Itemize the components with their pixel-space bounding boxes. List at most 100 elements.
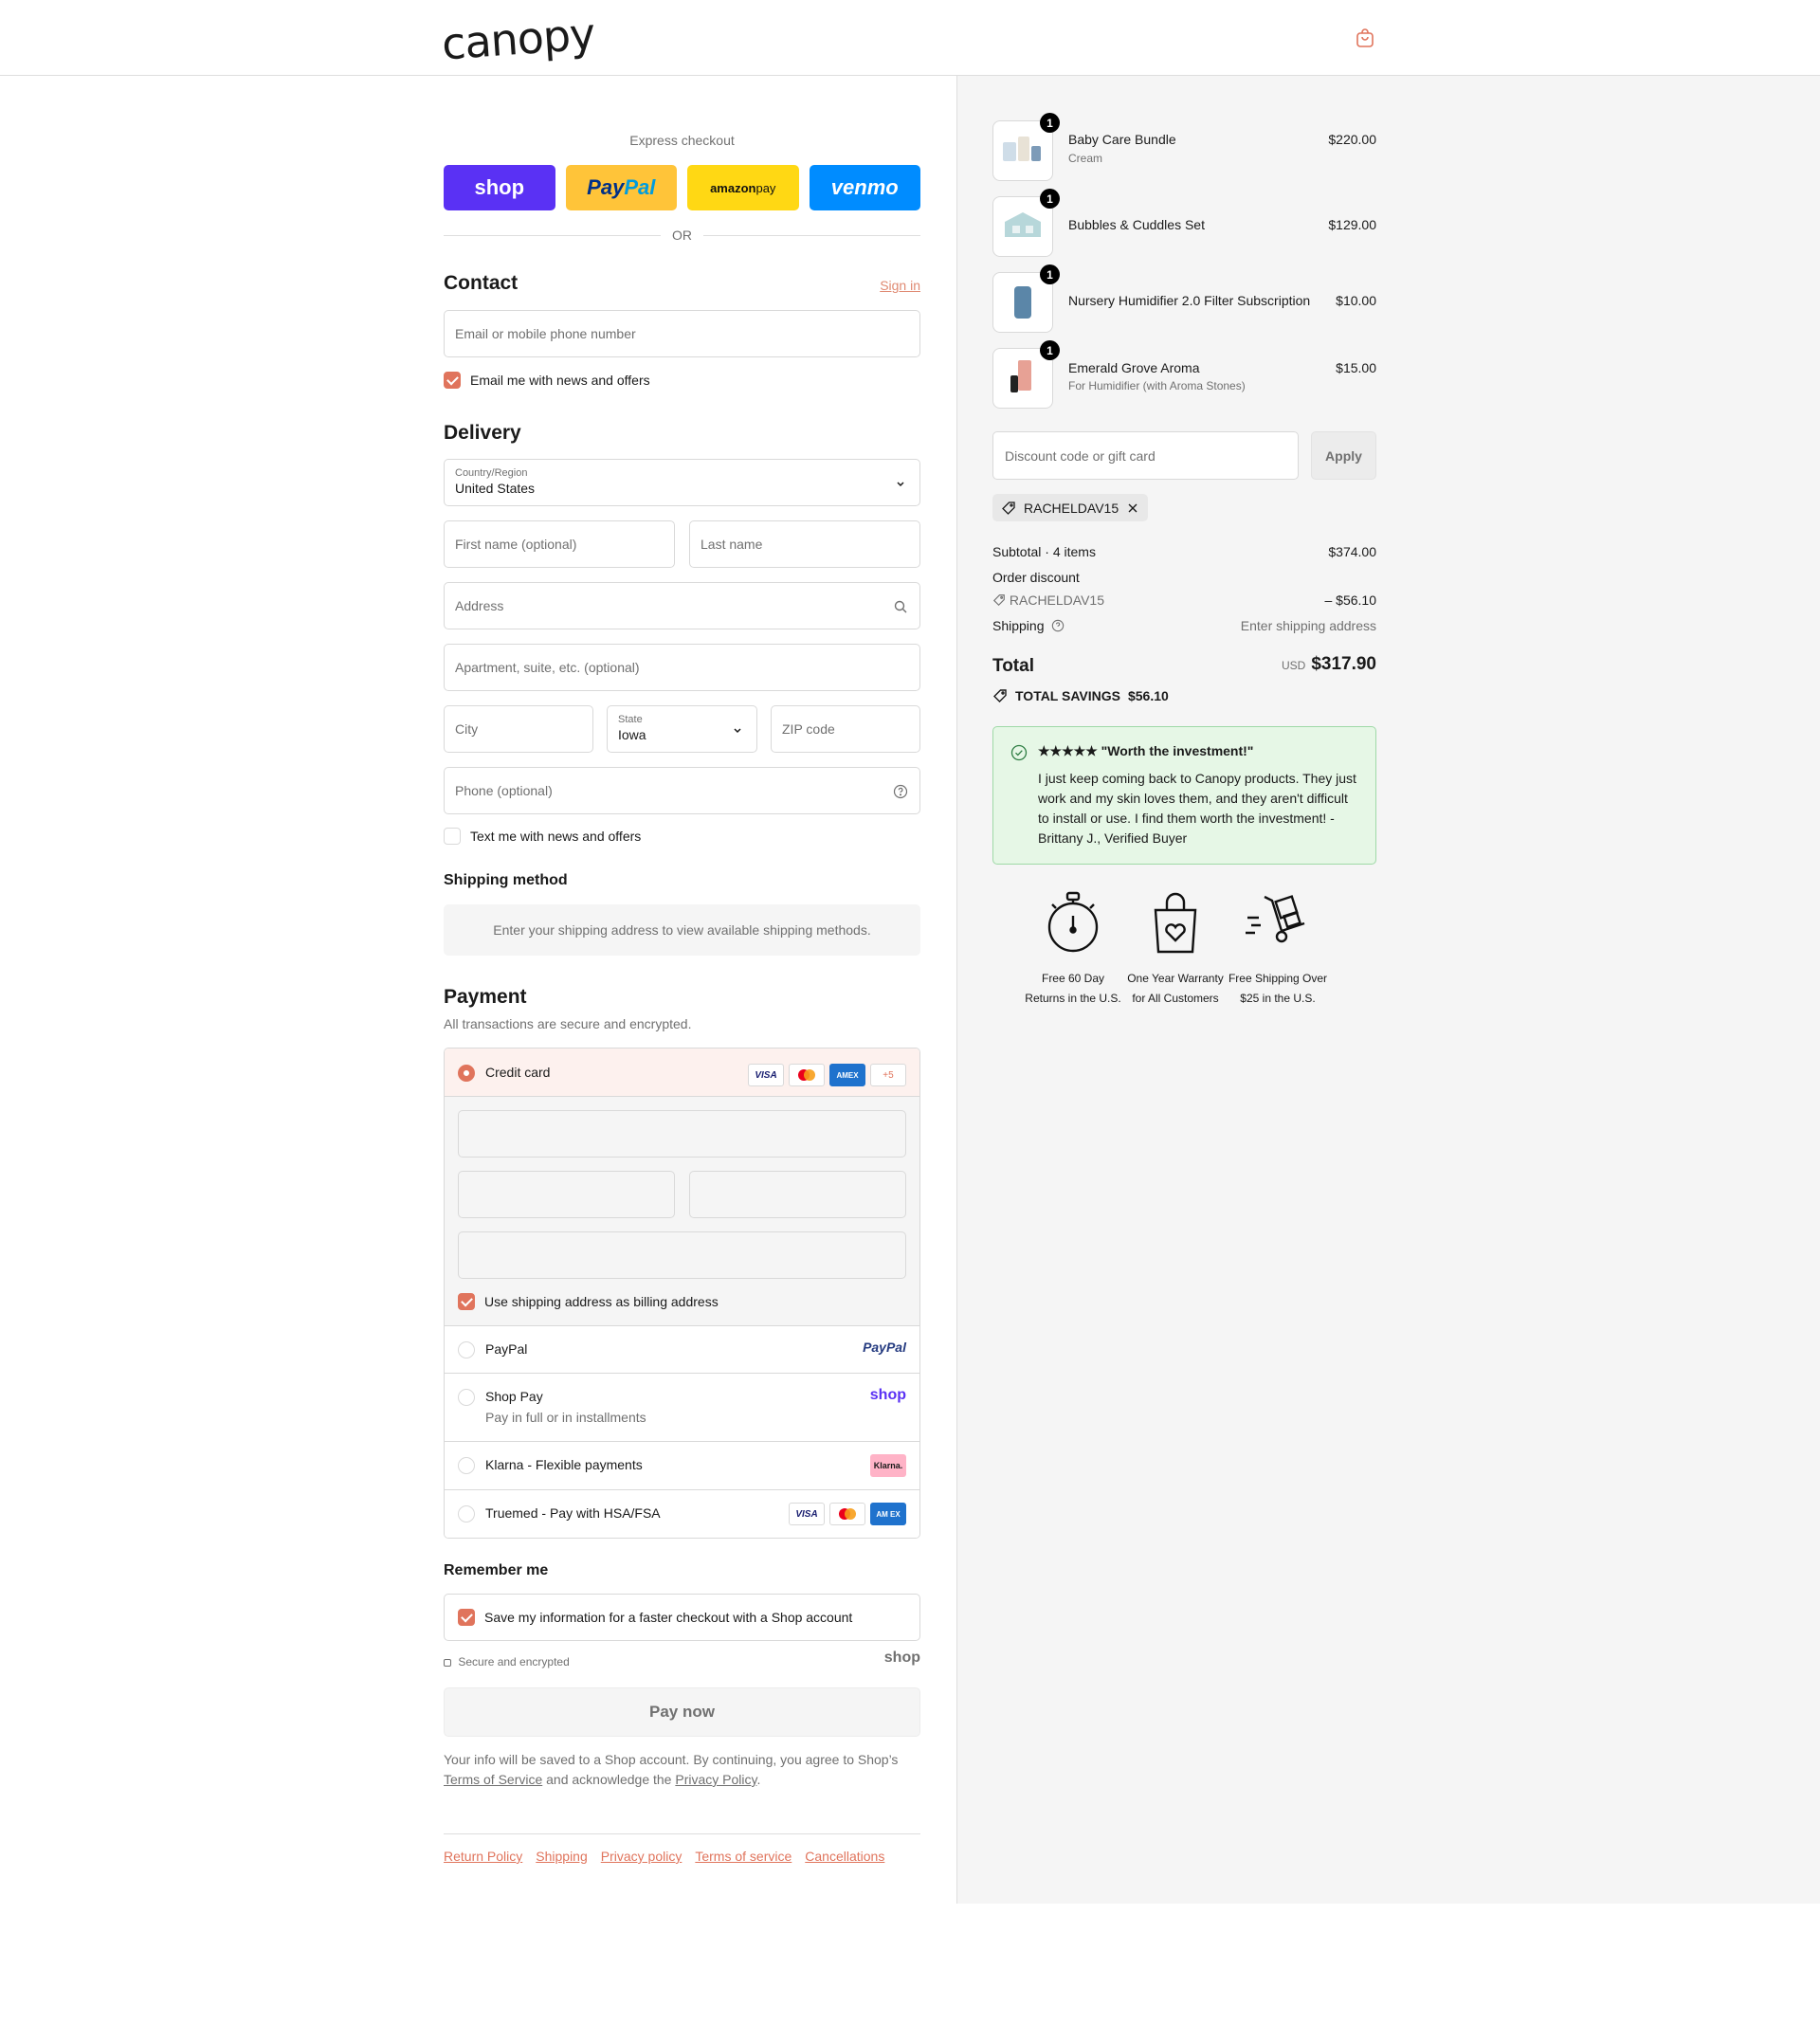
item-name: Bubbles & Cuddles Set: [1068, 217, 1205, 232]
state-select[interactable]: State Iowa: [607, 705, 757, 753]
first-name-placeholder: First name (optional): [455, 537, 577, 552]
sign-in-link[interactable]: Sign in: [880, 278, 920, 293]
more-cards-badge: +5: [870, 1064, 906, 1086]
payment-option-paypal[interactable]: PayPal PayPal: [445, 1325, 919, 1373]
state-label: State: [618, 714, 643, 725]
item-price: $220.00: [1328, 132, 1376, 147]
perk-returns: Free 60 Day Returns in the U.S.: [1021, 889, 1125, 1009]
payment-subtitle: All transactions are secure and encrypte…: [444, 1016, 692, 1031]
checkbox-checked[interactable]: [458, 1293, 475, 1310]
shop-pay-sublabel: Pay in full or in installments: [485, 1410, 646, 1425]
paypal-button[interactable]: Pay Pal: [565, 165, 677, 210]
billing-address-checkbox[interactable]: Use shipping address as billing address: [458, 1293, 719, 1310]
apartment-placeholder: Apartment, suite, etc. (optional): [455, 660, 640, 675]
city-field[interactable]: City: [444, 705, 593, 753]
legal-notice: Your info will be saved to a Shop accoun…: [444, 1750, 920, 1790]
radio-unselected[interactable]: [458, 1505, 475, 1522]
venmo-button[interactable]: venmo: [809, 165, 920, 210]
perk-text: One Year Warranty for All Customers: [1127, 972, 1224, 1005]
subtotal-row: Subtotal · 4 items $374.00: [992, 544, 1376, 559]
shop-pay-button[interactable]: shop: [444, 165, 555, 210]
legal-end: .: [756, 1772, 761, 1787]
first-name-field[interactable]: First name (optional): [444, 520, 675, 568]
payment-option-credit-card[interactable]: Credit card VISA AMEX +5: [445, 1048, 919, 1097]
address-field[interactable]: Address: [444, 582, 920, 629]
email-news-label: Email me with news and offers: [470, 373, 650, 388]
text-news-checkbox[interactable]: Text me with news and offers: [444, 828, 641, 845]
truemed-label: Truemed - Pay with HSA/FSA: [485, 1505, 661, 1521]
or-label: OR: [672, 228, 692, 243]
payment-option-shop-pay[interactable]: Shop Pay Pay in full or in installments …: [445, 1373, 919, 1441]
shipping-row: Shipping Enter shipping address: [992, 618, 1376, 633]
item-price: $10.00: [1336, 293, 1376, 308]
state-value: Iowa: [618, 727, 646, 742]
card-name-field[interactable]: [458, 1231, 906, 1279]
save-info-checkbox[interactable]: Save my information for a faster checkou…: [458, 1609, 852, 1626]
shopping-bag-icon[interactable]: [1354, 27, 1376, 49]
shipping-method-title: Shipping method: [444, 872, 568, 888]
radio-unselected[interactable]: [458, 1389, 475, 1406]
pay-now-label: Pay now: [649, 1703, 715, 1721]
savings-value: $56.10: [1127, 688, 1169, 703]
checkbox-checked[interactable]: [444, 372, 461, 389]
terms-of-service-footer-link[interactable]: Terms of service: [695, 1849, 792, 1864]
review-title: ★★★★★ "Worth the investment!": [1038, 743, 1254, 758]
help-circle-icon[interactable]: [1051, 619, 1065, 632]
shipping-label: Shipping: [992, 618, 1045, 633]
email-field[interactable]: Email or mobile phone number: [444, 310, 920, 357]
last-name-field[interactable]: Last name: [689, 520, 920, 568]
secure-label: Secure and encrypted: [458, 1655, 570, 1668]
terms-of-service-link[interactable]: Terms of Service: [444, 1772, 542, 1787]
cancellations-link[interactable]: Cancellations: [805, 1849, 884, 1864]
quantity-badge: 1: [1040, 264, 1060, 284]
chevron-down-icon: [897, 482, 904, 487]
discount-code-label: RACHELDAV15: [1009, 593, 1105, 608]
amazon-pay-button[interactable]: amazon pay: [687, 165, 799, 210]
radio-unselected[interactable]: [458, 1457, 475, 1474]
subtotal-label: Subtotal · 4 items: [992, 544, 1096, 559]
apply-button[interactable]: Apply: [1311, 431, 1376, 480]
payment-option-klarna[interactable]: Klarna - Flexible payments Klarna.: [445, 1441, 919, 1489]
radio-unselected[interactable]: [458, 1341, 475, 1358]
return-policy-link[interactable]: Return Policy: [444, 1849, 522, 1864]
card-number-field[interactable]: [458, 1110, 906, 1158]
privacy-policy-footer-link[interactable]: Privacy policy: [601, 1849, 682, 1864]
canopy-logo[interactable]: canopy: [440, 8, 596, 69]
privacy-policy-link[interactable]: Privacy Policy: [675, 1772, 756, 1787]
card-cvv-field[interactable]: [689, 1171, 906, 1218]
zip-field[interactable]: ZIP code: [771, 705, 920, 753]
amex-icon: AMEX: [829, 1064, 865, 1086]
zip-placeholder: ZIP code: [782, 721, 835, 737]
payment-option-truemed[interactable]: Truemed - Pay with HSA/FSA VISA AM EX: [445, 1489, 919, 1538]
shop-logo: shop: [883, 1650, 920, 1666]
perk-text: Free Shipping Over $25 in the U.S.: [1228, 972, 1328, 1005]
close-icon[interactable]: [1126, 501, 1139, 515]
help-circle-icon[interactable]: [893, 784, 908, 799]
line-item: 1 Bubbles & Cuddles Set $129.00: [992, 189, 1376, 257]
heart-bag-icon: [1154, 892, 1197, 954]
radio-selected[interactable]: [458, 1065, 475, 1082]
mastercard-icon: [789, 1064, 825, 1086]
subtotal-value: $374.00: [1328, 544, 1376, 559]
pay-now-button[interactable]: Pay now: [444, 1687, 920, 1737]
checkbox-unchecked[interactable]: [444, 828, 461, 845]
apartment-field[interactable]: Apartment, suite, etc. (optional): [444, 644, 920, 691]
amazon-label-a: amazon: [710, 180, 756, 195]
email-news-checkbox[interactable]: Email me with news and offers: [444, 372, 650, 389]
phone-field[interactable]: Phone (optional): [444, 767, 920, 814]
order-discount-label: Order discount: [992, 570, 1080, 585]
amazon-label-b: pay: [755, 180, 776, 195]
checkbox-checked[interactable]: [458, 1609, 475, 1626]
item-price: $129.00: [1328, 217, 1376, 232]
shipping-link[interactable]: Shipping: [536, 1849, 588, 1864]
country-select[interactable]: Country/Region United States: [444, 459, 920, 506]
card-expiry-field[interactable]: [458, 1171, 675, 1218]
save-info-label: Save my information for a faster checkou…: [484, 1610, 853, 1625]
applied-discount-chip: RACHELDAV15: [992, 494, 1149, 521]
total-value: $317.90: [1311, 654, 1376, 674]
perk-shipping: Free Shipping Over $25 in the U.S.: [1226, 889, 1330, 1009]
item-name: Emerald Grove Aroma: [1068, 360, 1200, 375]
phone-placeholder: Phone (optional): [455, 783, 553, 798]
stopwatch-icon: [1047, 891, 1099, 953]
discount-code-field[interactable]: Discount code or gift card: [992, 431, 1299, 480]
